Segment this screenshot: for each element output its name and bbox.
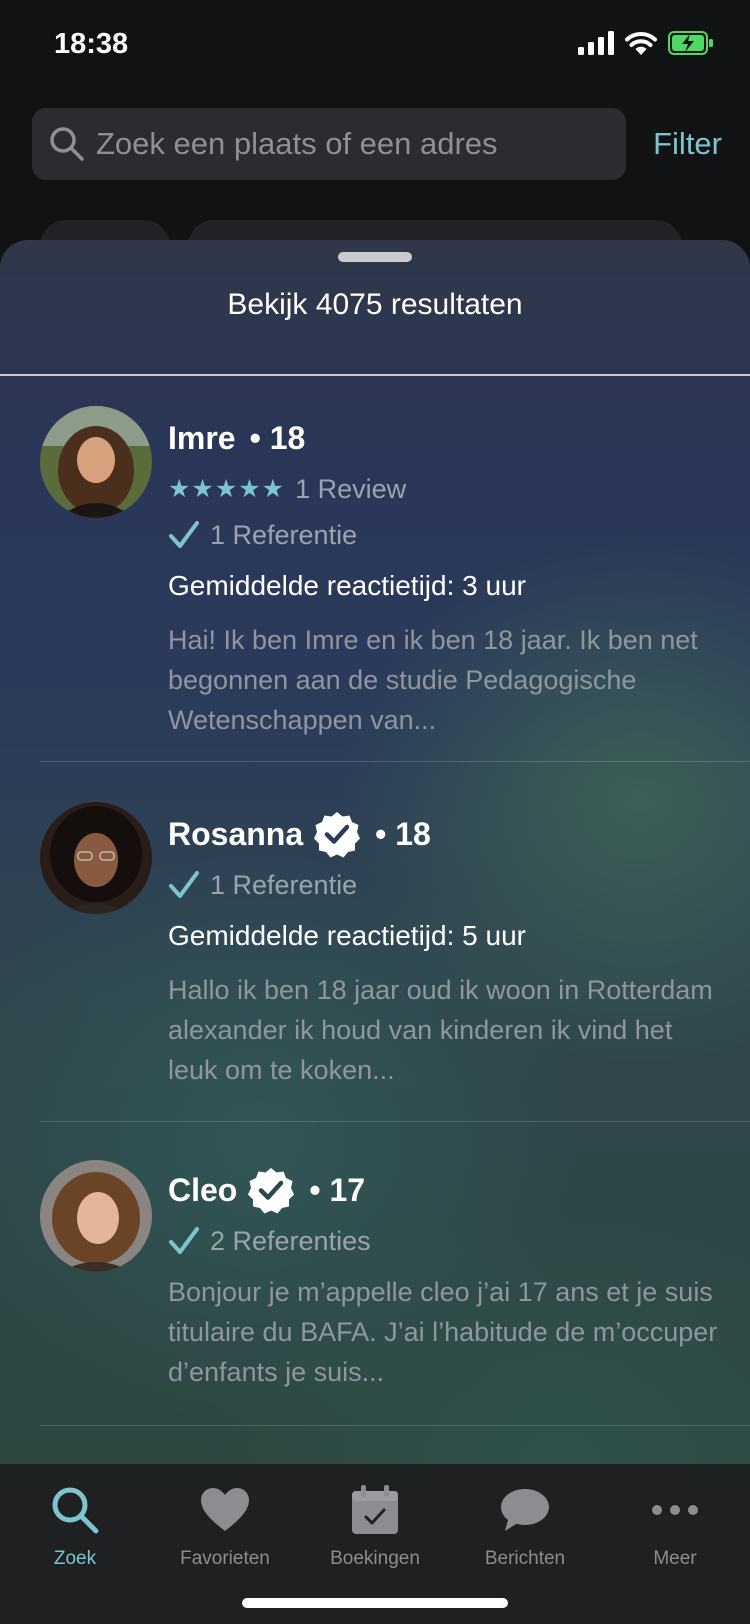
profile-name: Cleo bbox=[168, 1171, 238, 1208]
tab-label: Boekingen bbox=[330, 1548, 420, 1569]
wifi-icon bbox=[625, 32, 657, 55]
profile-name: Imre bbox=[168, 419, 236, 456]
profile-age: • 17 bbox=[309, 1171, 366, 1208]
reference-line: 1 Referentie bbox=[168, 868, 720, 902]
search-row: Zoek een plaats of een adres Filter bbox=[32, 108, 722, 180]
rating-line: ★★★★★ 1 Review bbox=[168, 472, 720, 506]
reference-count: 2 Referenties bbox=[210, 1225, 371, 1256]
calendar-check-icon bbox=[352, 1485, 398, 1534]
filter-button[interactable]: Filter bbox=[653, 126, 722, 162]
profile-description: Hallo ik ben 18 jaar oud ik woon in Rott… bbox=[168, 975, 713, 1085]
profile-name-line: Rosanna • 18 bbox=[168, 812, 720, 858]
response-time: Gemiddelde reactietijd: 3 uur bbox=[168, 570, 526, 601]
profile-name-line: Cleo • 17 bbox=[168, 1168, 720, 1214]
reference-line: 2 Referenties bbox=[168, 1224, 720, 1258]
more-dots-icon bbox=[652, 1505, 698, 1515]
status-bar: 18:38 bbox=[0, 0, 750, 90]
checkmark-icon bbox=[169, 871, 199, 898]
chat-bubble-icon bbox=[501, 1489, 549, 1531]
tab-berichten[interactable]: Berichten bbox=[450, 1482, 600, 1570]
home-indicator[interactable] bbox=[242, 1598, 508, 1608]
tab-label: Berichten bbox=[484, 1548, 566, 1569]
results-sheet: Bekijk 4075 resultaten Imre • 18 ★★★★★ 1… bbox=[0, 240, 750, 1464]
checkmark-icon bbox=[169, 521, 199, 548]
star-rating-icon: ★★★★★ bbox=[168, 475, 286, 503]
profile-card[interactable]: Rosanna • 18 1 Referentie Gemiddelde rea… bbox=[0, 762, 750, 1122]
avatar bbox=[40, 802, 152, 914]
profile-card[interactable]: Imre • 18 ★★★★★ 1 Review 1 Referentie Ge… bbox=[0, 376, 750, 762]
reference-line: 1 Referentie bbox=[168, 518, 720, 552]
results-count-title[interactable]: Bekijk 4075 resultaten bbox=[0, 288, 750, 322]
tab-zoek[interactable]: Zoek bbox=[0, 1482, 150, 1570]
avatar bbox=[40, 406, 152, 518]
reference-count: 1 Referentie bbox=[210, 869, 358, 900]
search-icon bbox=[52, 1487, 99, 1534]
checkmark-icon bbox=[169, 1227, 199, 1254]
tab-favorieten[interactable]: Favorieten bbox=[150, 1482, 300, 1570]
tab-boekingen[interactable]: Boekingen bbox=[300, 1482, 450, 1570]
card-divider bbox=[40, 1425, 750, 1426]
profile-name-line: Imre • 18 bbox=[168, 416, 720, 460]
reference-count: 1 Referentie bbox=[210, 519, 358, 550]
search-placeholder: Zoek een plaats of een adres bbox=[96, 126, 498, 161]
tab-label: Meer bbox=[653, 1548, 697, 1569]
tab-meer[interactable]: Meer bbox=[600, 1482, 750, 1570]
profile-age: • 18 bbox=[375, 815, 431, 852]
search-icon bbox=[50, 127, 84, 161]
heart-icon bbox=[201, 1488, 249, 1531]
avatar bbox=[40, 1160, 152, 1272]
sheet-drag-handle[interactable] bbox=[338, 252, 412, 262]
profile-description: Hai! Ik ben Imre en ik ben 18 jaar. Ik b… bbox=[168, 625, 698, 735]
battery-charging-icon bbox=[668, 31, 713, 55]
search-input[interactable]: Zoek een plaats of een adres bbox=[32, 108, 626, 180]
cellular-signal-icon bbox=[578, 31, 614, 55]
profile-age: • 18 bbox=[249, 419, 306, 456]
verified-badge-icon bbox=[314, 812, 361, 858]
profile-description: Bonjour je m’appelle cleo j’ai 17 ans et… bbox=[168, 1277, 718, 1387]
status-icons bbox=[578, 30, 714, 56]
profile-name: Rosanna bbox=[168, 815, 304, 852]
status-time: 18:38 bbox=[54, 28, 129, 60]
tab-label: Favorieten bbox=[180, 1548, 270, 1569]
tab-label: Zoek bbox=[53, 1548, 97, 1569]
review-count: 1 Review bbox=[295, 473, 407, 504]
verified-badge-icon bbox=[248, 1168, 295, 1214]
profile-card[interactable]: Cleo • 17 2 Referenties Bonjour je m’app… bbox=[0, 1122, 750, 1426]
response-time: Gemiddelde reactietijd: 5 uur bbox=[168, 920, 526, 951]
